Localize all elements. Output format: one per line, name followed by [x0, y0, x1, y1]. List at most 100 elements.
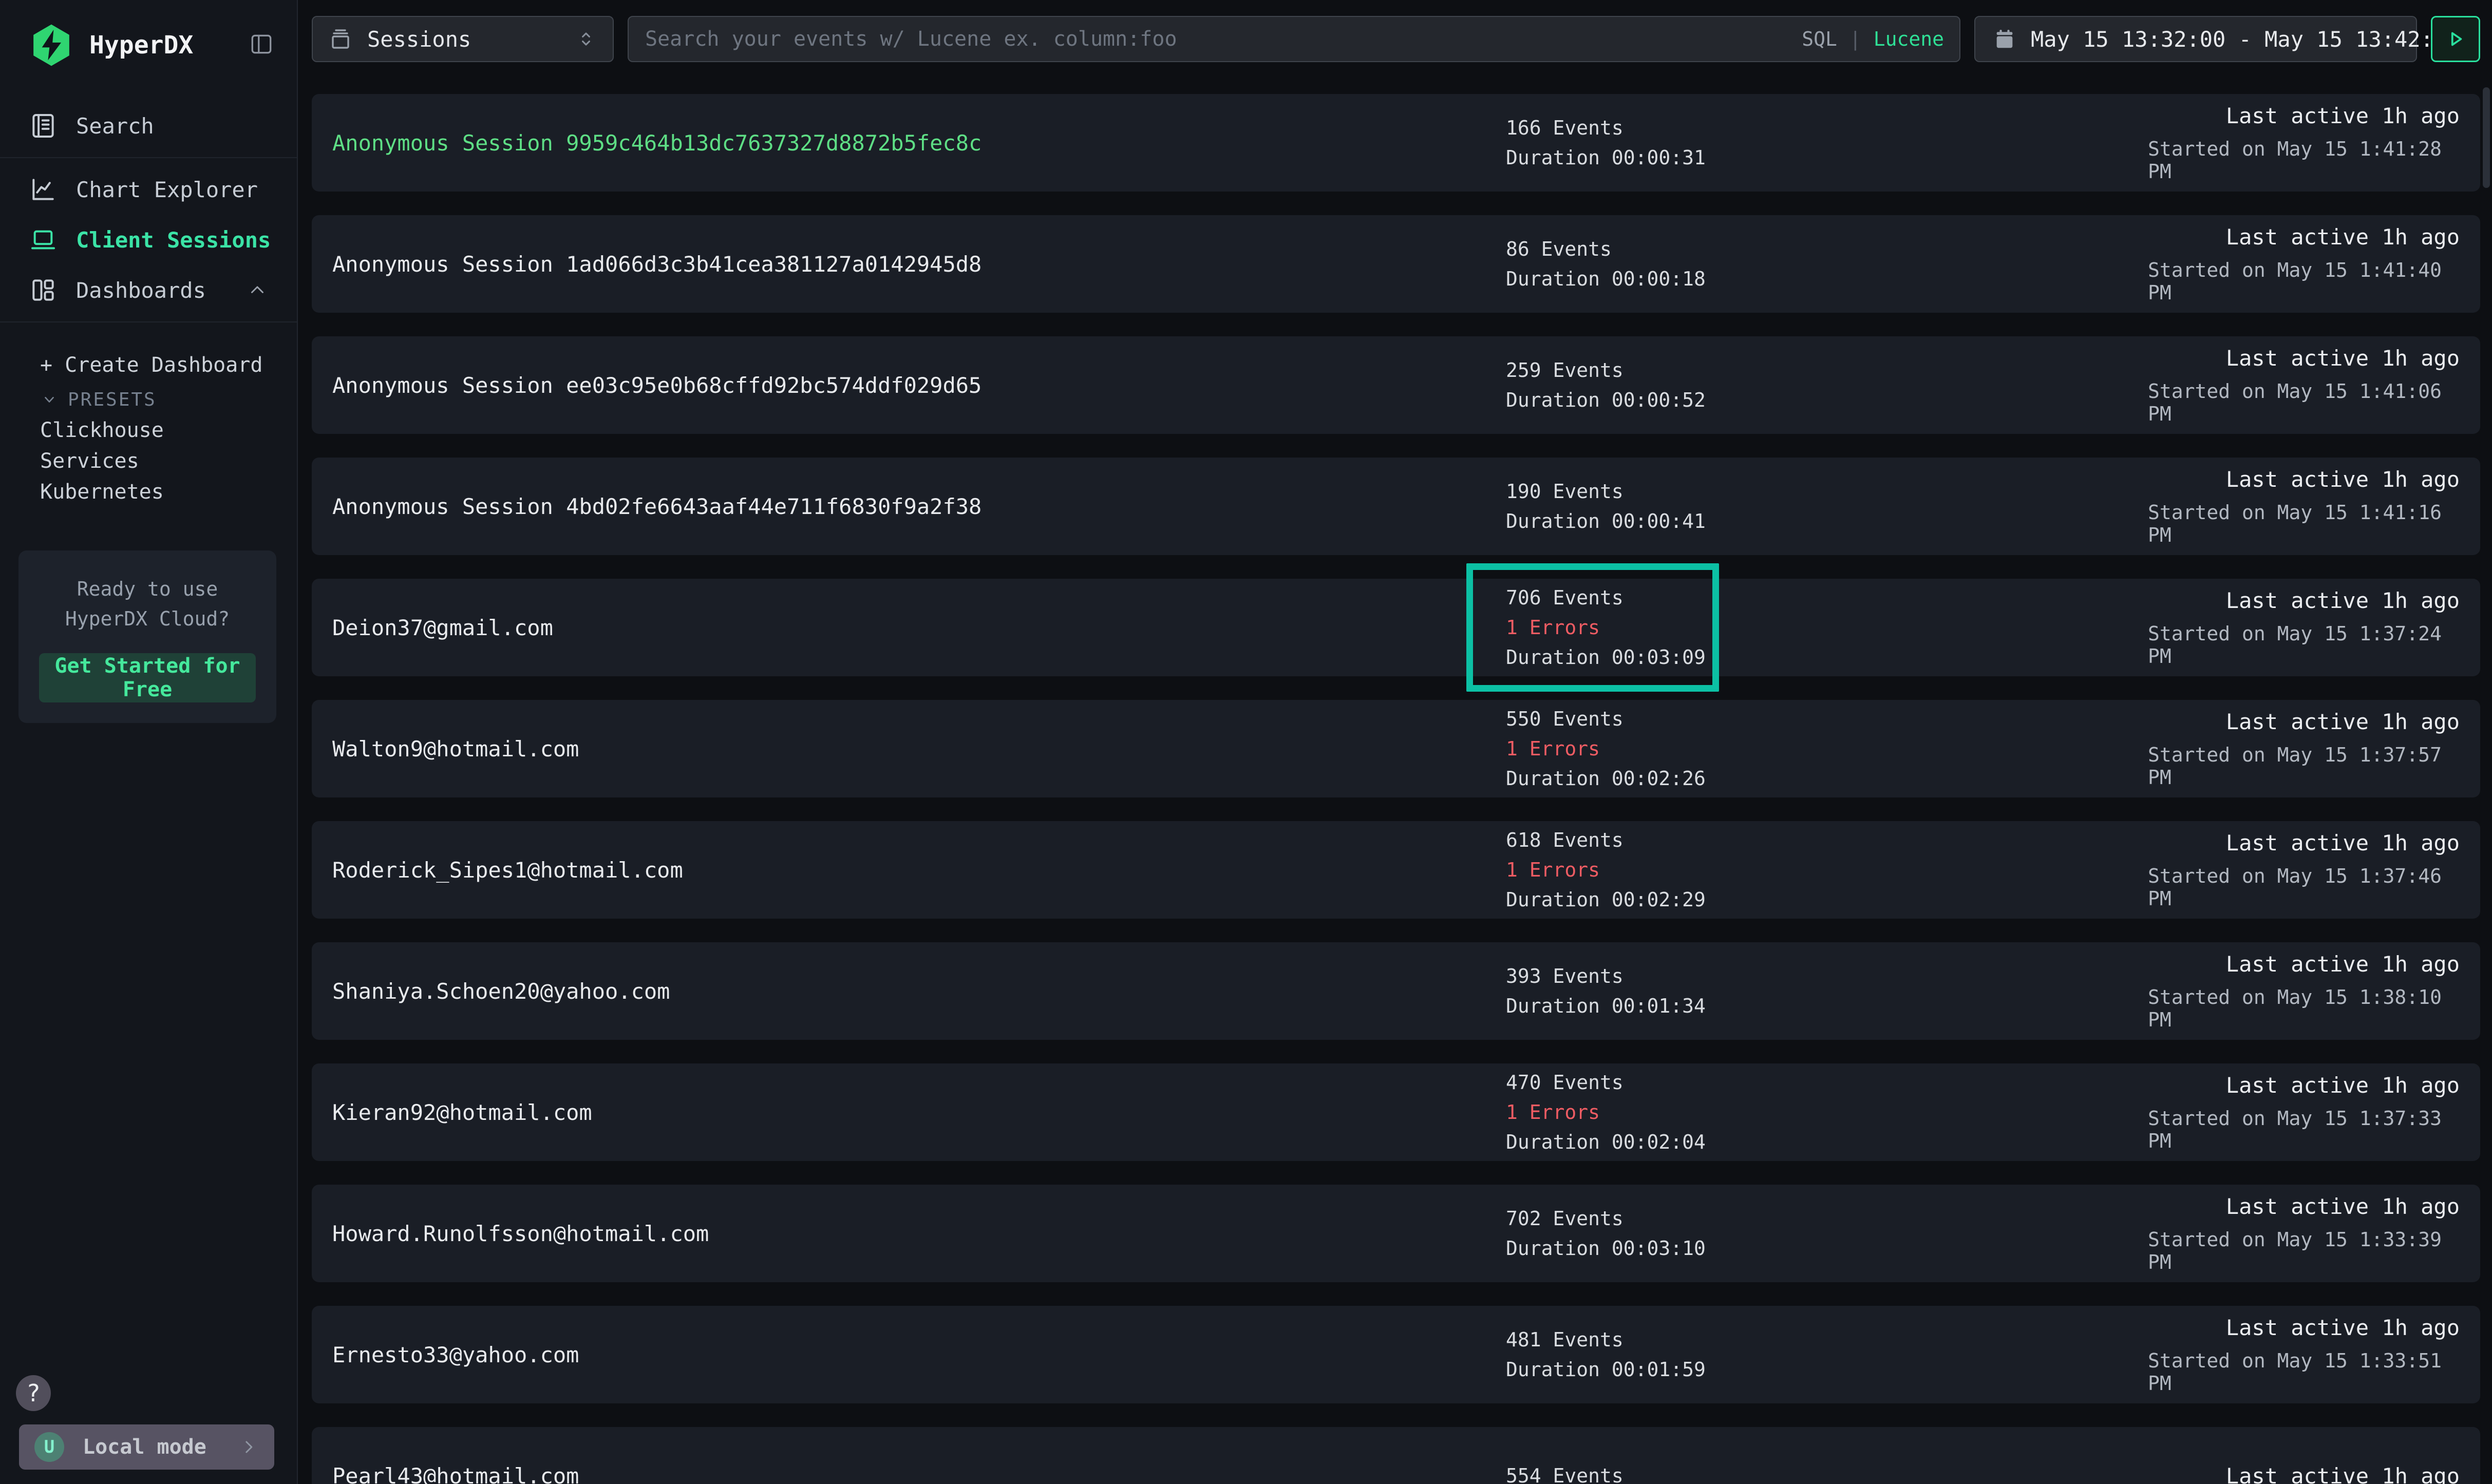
session-duration: Duration 00:02:26 [1506, 766, 2148, 791]
session-last-active: Last active 1h ago [2226, 346, 2460, 371]
session-meta: Last active 1h ago [2148, 1463, 2460, 1484]
session-stats: 618 Events 1 Errors Duration 00:02:29 [1506, 828, 2148, 912]
session-started: Started on May 15 1:33:39 PM [2148, 1228, 2460, 1273]
sql-mode-button[interactable]: SQL [1802, 28, 1837, 50]
session-started: Started on May 15 1:41:40 PM [2148, 259, 2460, 304]
session-row[interactable]: Shaniya.Schoen20@yahoo.com 393 Events Du… [312, 942, 2480, 1040]
presets-toggle[interactable]: PRESETS [40, 384, 284, 415]
source-value: Sessions [367, 27, 471, 52]
logo-row: HyperDX [0, 0, 297, 68]
sidebar-nav: Search Chart Explorer Client Sessions Da… [0, 101, 297, 329]
preset-item-clickhouse[interactable]: Clickhouse [40, 415, 284, 446]
create-dashboard-button[interactable]: + Create Dashboard [40, 348, 284, 382]
session-meta: Last active 1h ago Started on May 15 1:3… [2148, 588, 2460, 668]
calendar-icon [1993, 27, 2016, 51]
session-row[interactable]: Anonymous Session 4bd02fe6643aaf44e711f6… [312, 458, 2480, 555]
time-range-picker[interactable]: May 15 13:32:00 - May 15 13:42:00 [1974, 16, 2417, 62]
chevron-right-icon [238, 1437, 259, 1457]
session-stats: 470 Events 1 Errors Duration 00:02:04 [1506, 1070, 2148, 1154]
session-row[interactable]: Roderick_Sipes1@hotmail.com 618 Events 1… [312, 821, 2480, 919]
session-name: Howard.Runolfsson@hotmail.com [332, 1221, 1506, 1246]
session-errors: 1 Errors [1506, 615, 2148, 640]
session-started: Started on May 15 1:33:51 PM [2148, 1349, 2460, 1395]
lucene-mode-button[interactable]: Lucene [1874, 28, 1944, 50]
cloud-promo-text: Ready to use HyperDX Cloud? [39, 574, 256, 634]
session-duration: Duration 00:00:31 [1506, 145, 2148, 170]
session-last-active: Last active 1h ago [2226, 224, 2460, 250]
session-duration: Duration 00:00:41 [1506, 509, 2148, 534]
session-events: 166 Events [1506, 116, 2148, 140]
source-select[interactable]: Sessions [312, 16, 614, 62]
select-chevrons-icon [575, 28, 597, 50]
session-started: Started on May 15 1:38:10 PM [2148, 986, 2460, 1031]
session-row[interactable]: Pearl43@hotmail.com 554 Events Last acti… [312, 1427, 2480, 1484]
session-name: Kieran92@hotmail.com [332, 1100, 1506, 1125]
session-duration: Duration 00:03:09 [1506, 645, 2148, 670]
session-name: Anonymous Session 1ad066d3c3b41cea381127… [332, 252, 1506, 277]
session-row[interactable]: Kieran92@hotmail.com 470 Events 1 Errors… [312, 1063, 2480, 1161]
run-query-button[interactable] [2431, 16, 2480, 62]
time-range-value: May 15 13:32:00 - May 15 13:42:00 [2031, 27, 2459, 52]
session-started: Started on May 15 1:37:33 PM [2148, 1107, 2460, 1152]
main-content: Sessions SQL | Lucene May 15 13:32:00 - … [298, 0, 2492, 1484]
session-started: Started on May 15 1:37:46 PM [2148, 865, 2460, 910]
session-row[interactable]: Anonymous Session 9959c464b13dc7637327d8… [312, 94, 2480, 192]
session-events: 554 Events [1506, 1463, 2148, 1484]
sidebar: HyperDX Search Chart Explorer Client Ses… [0, 0, 298, 1484]
search-input[interactable] [644, 27, 1802, 51]
divider [0, 321, 297, 322]
sidebar-item-label: Search [76, 113, 154, 139]
session-row[interactable]: Anonymous Session 1ad066d3c3b41cea381127… [312, 215, 2480, 313]
help-button[interactable]: ? [16, 1375, 51, 1411]
session-row[interactable]: Deion37@gmail.com 706 Events 1 Errors Du… [312, 579, 2480, 676]
user-menu[interactable]: U Local mode [19, 1424, 274, 1470]
session-meta: Last active 1h ago Started on May 15 1:3… [2148, 1194, 2460, 1273]
session-meta: Last active 1h ago Started on May 15 1:3… [2148, 1315, 2460, 1395]
session-last-active: Last active 1h ago [2226, 1315, 2460, 1340]
sidebar-item-search[interactable]: Search [13, 101, 284, 151]
session-last-active: Last active 1h ago [2226, 830, 2460, 855]
session-errors: 1 Errors [1506, 1100, 2148, 1125]
session-stats: 554 Events [1506, 1463, 2148, 1484]
preset-item-services[interactable]: Services [40, 446, 284, 477]
session-row[interactable]: Anonymous Session ee03c95e0b68cffd92bc57… [312, 336, 2480, 434]
session-last-active: Last active 1h ago [2226, 1463, 2460, 1484]
sidebar-item-dashboards[interactable]: Dashboards [13, 265, 284, 315]
query-toolbar: Sessions SQL | Lucene May 15 13:32:00 - … [312, 16, 2480, 62]
session-stats: 706 Events 1 Errors Duration 00:03:09 [1506, 585, 2148, 670]
brand-title: HyperDX [89, 31, 193, 60]
preset-item-kubernetes[interactable]: Kubernetes [40, 477, 284, 507]
session-name: Walton9@hotmail.com [332, 736, 1506, 762]
session-row[interactable]: Walton9@hotmail.com 550 Events 1 Errors … [312, 700, 2480, 797]
session-errors: 1 Errors [1506, 858, 2148, 882]
session-meta: Last active 1h ago Started on May 15 1:3… [2148, 952, 2460, 1031]
mode-separator: | [1849, 28, 1861, 50]
session-events: 190 Events [1506, 479, 2148, 504]
session-events: 618 Events [1506, 828, 2148, 852]
session-stats: 702 Events Duration 00:03:10 [1506, 1206, 2148, 1261]
session-name: Anonymous Session 4bd02fe6643aaf44e711f6… [332, 494, 1506, 519]
session-started: Started on May 15 1:41:06 PM [2148, 380, 2460, 425]
scrollbar-thumb[interactable] [2483, 87, 2490, 188]
sidebar-item-chart-explorer[interactable]: Chart Explorer [13, 164, 284, 215]
session-last-active: Last active 1h ago [2226, 1073, 2460, 1098]
session-row[interactable]: Ernesto33@yahoo.com 481 Events Duration … [312, 1306, 2480, 1403]
cloud-promo-card: Ready to use HyperDX Cloud? Get Started … [18, 550, 276, 723]
session-events: 470 Events [1506, 1070, 2148, 1095]
session-duration: Duration 00:02:29 [1506, 887, 2148, 912]
source-icon [328, 27, 353, 51]
session-events: 550 Events [1506, 707, 2148, 731]
session-started: Started on May 15 1:41:16 PM [2148, 501, 2460, 546]
sidebar-item-label: Client Sessions [76, 227, 271, 253]
session-last-active: Last active 1h ago [2226, 709, 2460, 734]
sidebar-item-client-sessions[interactable]: Client Sessions [13, 215, 284, 265]
session-events: 706 Events [1506, 585, 2148, 610]
chevron-down-icon [40, 390, 59, 409]
session-row[interactable]: Howard.Runolfsson@hotmail.com 702 Events… [312, 1185, 2480, 1282]
collapse-sidebar-icon[interactable] [249, 31, 274, 59]
get-started-button[interactable]: Get Started for Free [39, 653, 256, 702]
session-events: 481 Events [1506, 1327, 2148, 1352]
session-name: Pearl43@hotmail.com [332, 1463, 1506, 1484]
session-duration: Duration 00:01:59 [1506, 1357, 2148, 1382]
session-name: Deion37@gmail.com [332, 615, 1506, 640]
